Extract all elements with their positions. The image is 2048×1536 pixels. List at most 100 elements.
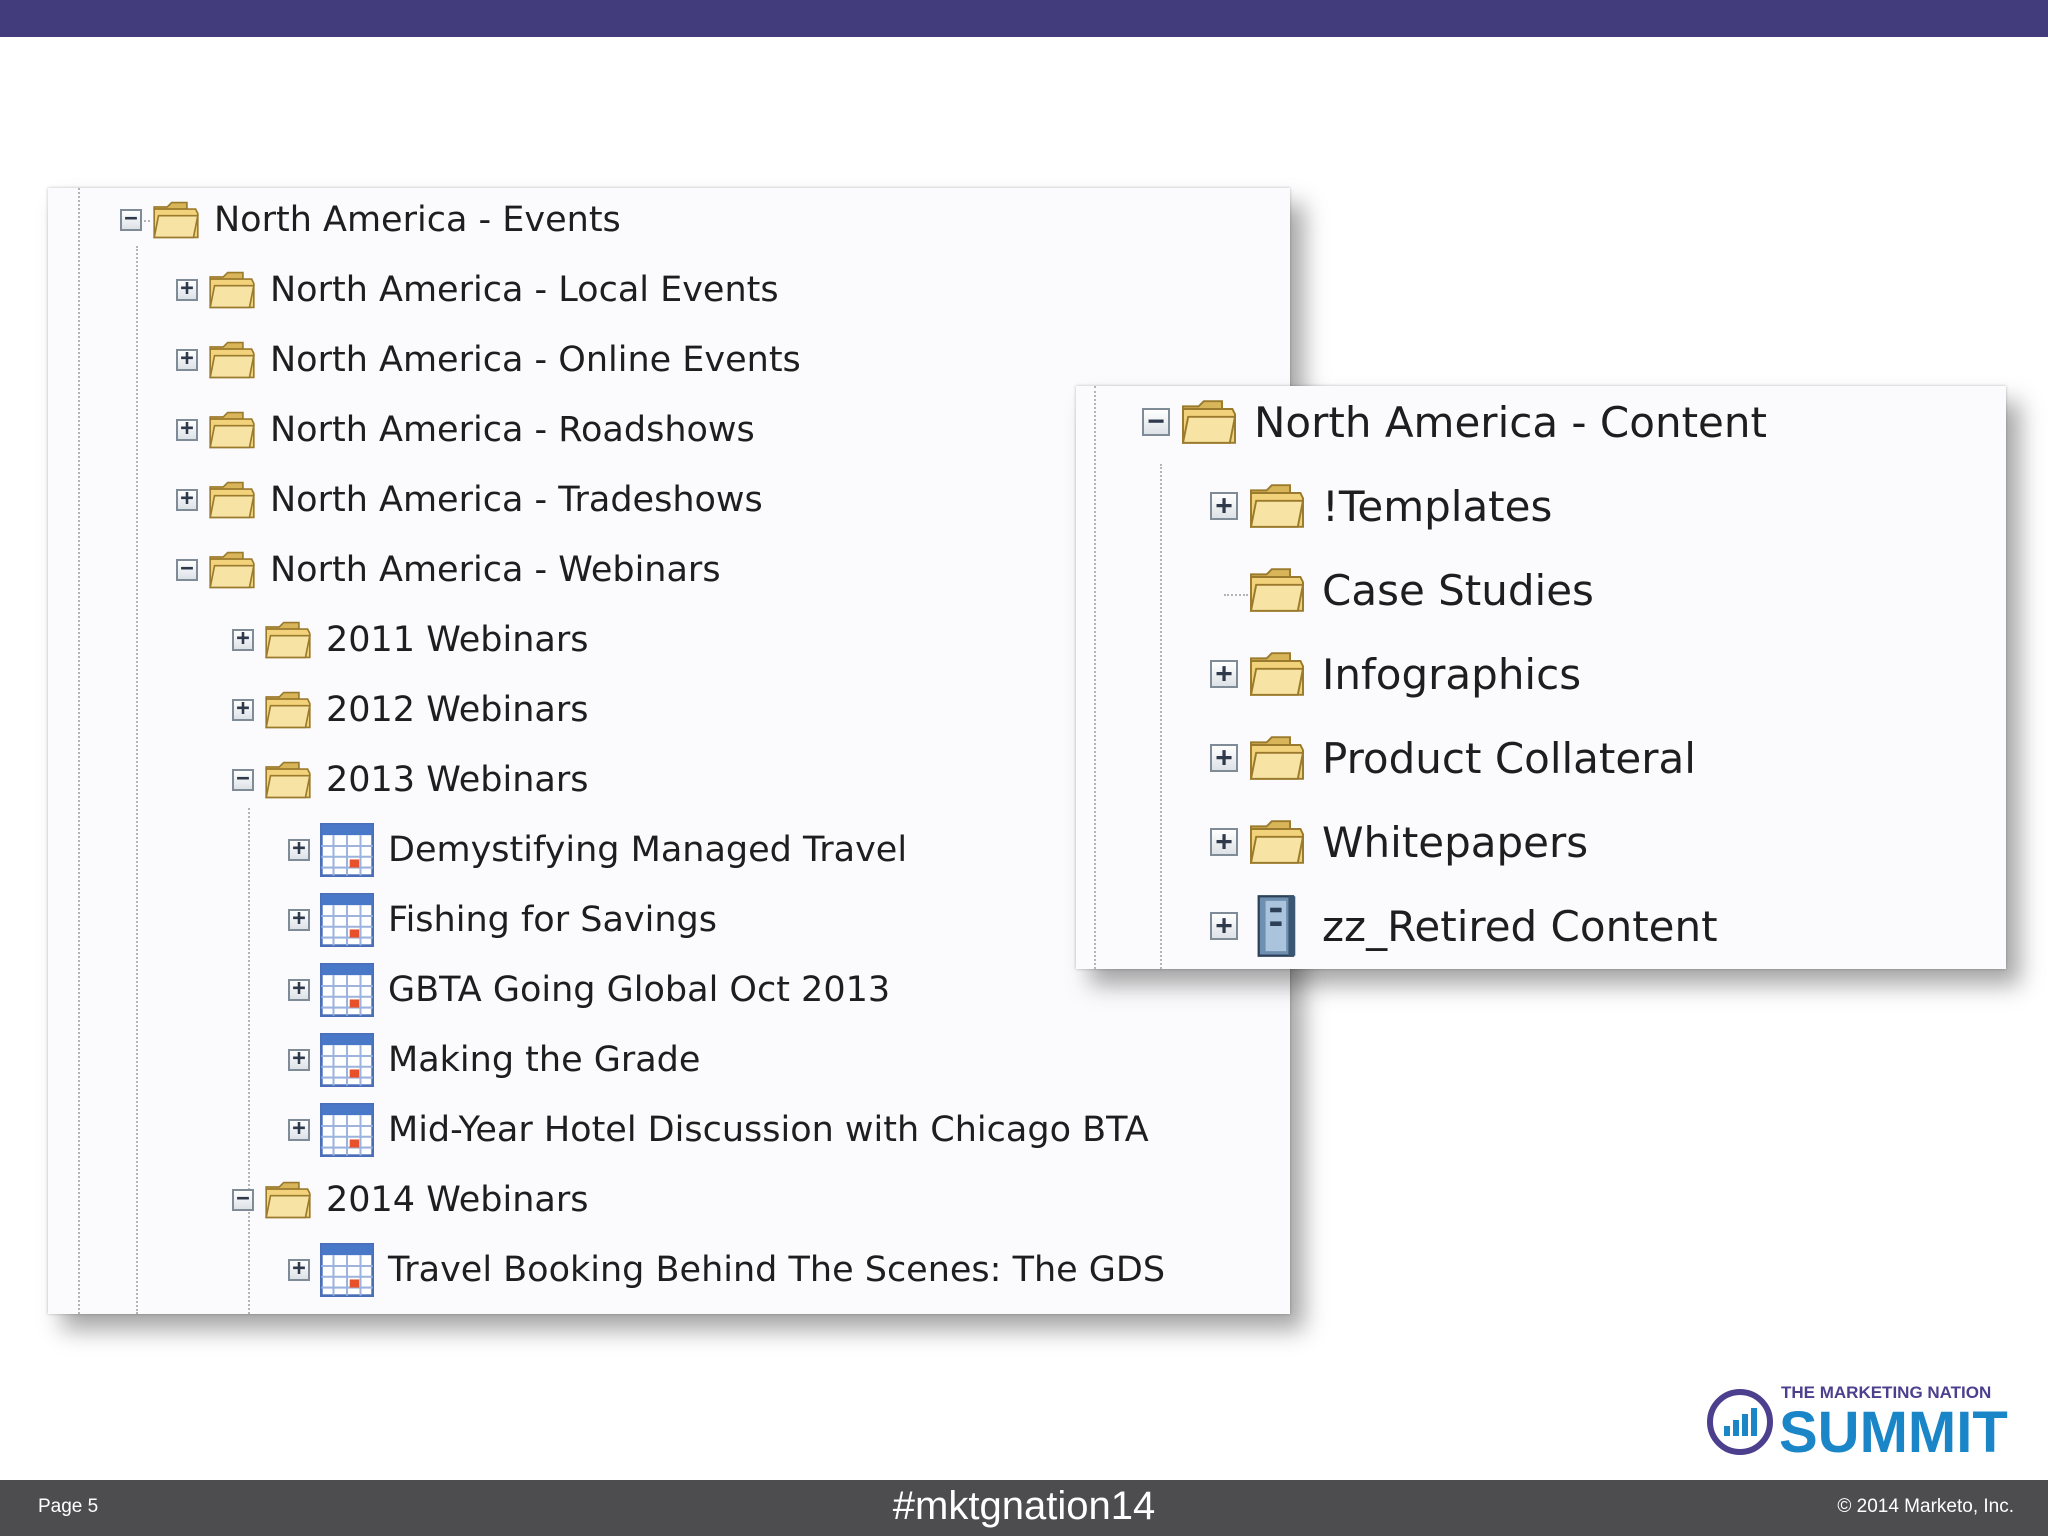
tree-node-label: Travel Booking Behind The Scenes: The GD… xyxy=(388,1250,1166,1290)
tree-node-root[interactable]: − North America - Content xyxy=(1142,386,1767,458)
tree-node-label: Product Collateral xyxy=(1322,733,1696,783)
folder-icon xyxy=(1248,816,1306,868)
collapse-toggle[interactable]: − xyxy=(176,558,198,581)
folder-icon xyxy=(208,408,256,452)
folder-icon xyxy=(1248,480,1306,532)
folder-icon xyxy=(208,268,256,312)
folder-icon xyxy=(208,338,256,382)
tree-node-label: Demystifying Managed Travel xyxy=(388,830,908,870)
tree-node-program[interactable]: + Mid-Year Hotel Discussion with Chicago… xyxy=(288,1102,1149,1158)
tree-node[interactable]: − North America - Webinars xyxy=(176,542,721,598)
collapse-toggle[interactable]: − xyxy=(120,208,142,231)
expand-toggle[interactable]: + xyxy=(288,1258,310,1281)
tree-node-label: North America - Events xyxy=(214,200,621,240)
calendar-icon xyxy=(320,1243,374,1297)
tree-node-label: zz_Retired Content xyxy=(1322,901,1718,951)
tree-node-label: 2012 Webinars xyxy=(326,690,589,730)
tree-node[interactable]: − 2013 Webinars xyxy=(232,752,588,808)
tree-node[interactable]: Case Studies xyxy=(1210,554,1594,626)
tree-node-label: Case Studies xyxy=(1322,565,1594,615)
tree-node[interactable]: + North America - Online Events xyxy=(176,332,801,388)
folder-icon xyxy=(1180,396,1238,448)
tree-node-label: GBTA Going Global Oct 2013 xyxy=(388,970,891,1010)
folder-icon xyxy=(152,198,200,242)
expand-toggle[interactable]: + xyxy=(176,348,198,371)
footer-bar: Page 5 #mktgnation14 © 2014 Marketo, Inc… xyxy=(0,1480,2048,1536)
content-tree-panel: − North America - Content + !Templates C… xyxy=(1076,386,2006,969)
folder-icon xyxy=(264,688,312,732)
tree-node-label: Fishing for Savings xyxy=(388,900,717,940)
tree-node-label: North America - Roadshows xyxy=(270,410,755,450)
tree-node[interactable]: + North America - Tradeshows xyxy=(176,472,763,528)
tree-node[interactable]: + Infographics xyxy=(1210,638,1581,710)
tree-node-label: Whitepapers xyxy=(1322,817,1589,867)
expand-toggle[interactable]: + xyxy=(176,488,198,511)
tree-guide-line xyxy=(248,808,250,1314)
copyright: © 2014 Marketo, Inc. xyxy=(1837,1496,2014,1517)
expand-toggle[interactable]: + xyxy=(176,278,198,301)
folder-icon xyxy=(208,478,256,522)
tree-node-program[interactable]: + Demystifying Managed Travel xyxy=(288,822,907,878)
folder-icon xyxy=(264,758,312,802)
tree-node-label: !Templates xyxy=(1322,481,1553,531)
expand-toggle[interactable]: + xyxy=(232,698,254,721)
expand-toggle[interactable]: + xyxy=(176,418,198,441)
tree-node[interactable]: + North America - Roadshows xyxy=(176,402,755,458)
expand-toggle[interactable]: + xyxy=(288,838,310,861)
tree-node-label: North America - Tradeshows xyxy=(270,480,763,520)
tree-node[interactable]: + Product Collateral xyxy=(1210,722,1696,794)
collapse-toggle[interactable]: − xyxy=(232,768,254,791)
tree-node[interactable]: + Whitepapers xyxy=(1210,806,1588,878)
tree-node-program[interactable]: + GBTA Going Global Oct 2013 xyxy=(288,962,890,1018)
tree-node-root[interactable]: − North America - Events xyxy=(120,192,621,248)
folder-icon xyxy=(264,1178,312,1222)
tree-node[interactable]: + 2012 Webinars xyxy=(232,682,588,738)
tree-node[interactable]: + North America - Local Events xyxy=(176,262,779,318)
tree-node[interactable]: + zz_Retired Content xyxy=(1210,890,1718,962)
calendar-icon xyxy=(320,1103,374,1157)
tree-node-label: North America - Online Events xyxy=(270,340,801,380)
tree-guide-line xyxy=(78,188,80,1314)
tree-node-label: North America - Content xyxy=(1254,397,1767,447)
tree-node-program[interactable]: + Making the Grade xyxy=(288,1032,700,1088)
logo-name: SUMMIT xyxy=(1779,1400,2008,1458)
tree-node-label: 2011 Webinars xyxy=(326,620,589,660)
tree-node-program[interactable]: + Fishing for Savings xyxy=(288,892,717,948)
expand-toggle[interactable]: + xyxy=(288,978,310,1001)
expand-toggle[interactable]: + xyxy=(288,1118,310,1141)
tree-node-label: 2013 Webinars xyxy=(326,760,589,800)
expand-toggle[interactable]: + xyxy=(1210,827,1238,856)
folder-icon xyxy=(1248,648,1306,700)
tree-guide-line xyxy=(136,246,138,1314)
top-banner xyxy=(0,0,2048,37)
tree-node-label: North America - Webinars xyxy=(270,550,721,590)
archive-icon xyxy=(1248,894,1306,958)
tree-guide-line xyxy=(1094,386,1096,969)
tree-guide-line xyxy=(1160,464,1162,969)
collapse-toggle[interactable]: − xyxy=(232,1188,254,1211)
expand-toggle[interactable]: + xyxy=(288,908,310,931)
tree-node-program[interactable]: + Travel Booking Behind The Scenes: The … xyxy=(288,1242,1165,1298)
tree-node-label: Mid-Year Hotel Discussion with Chicago B… xyxy=(388,1110,1149,1150)
expand-toggle[interactable]: + xyxy=(232,628,254,651)
tree-node[interactable]: − 2014 Webinars xyxy=(232,1172,588,1228)
calendar-icon xyxy=(320,823,374,877)
expand-toggle[interactable]: + xyxy=(288,1048,310,1071)
folder-icon xyxy=(208,548,256,592)
tree-node[interactable]: + 2011 Webinars xyxy=(232,612,588,668)
hashtag: #mktgnation14 xyxy=(892,1484,1156,1528)
expand-toggle[interactable]: + xyxy=(1210,911,1238,940)
tree-node[interactable]: + !Templates xyxy=(1210,470,1552,542)
tree-node-label: North America - Local Events xyxy=(270,270,779,310)
expand-toggle[interactable]: + xyxy=(1210,491,1238,520)
tree-node-label: Infographics xyxy=(1322,649,1582,699)
tree-node-label: Making the Grade xyxy=(388,1040,701,1080)
expand-toggle[interactable]: + xyxy=(1210,743,1238,772)
collapse-toggle[interactable]: − xyxy=(1142,407,1170,436)
expand-toggle[interactable]: + xyxy=(1210,659,1238,688)
calendar-icon xyxy=(320,893,374,947)
folder-icon xyxy=(1248,732,1306,784)
calendar-icon xyxy=(320,1033,374,1087)
summit-logo: THE MARKETING NATION SUMMIT xyxy=(1700,1378,2020,1465)
calendar-icon xyxy=(320,963,374,1017)
